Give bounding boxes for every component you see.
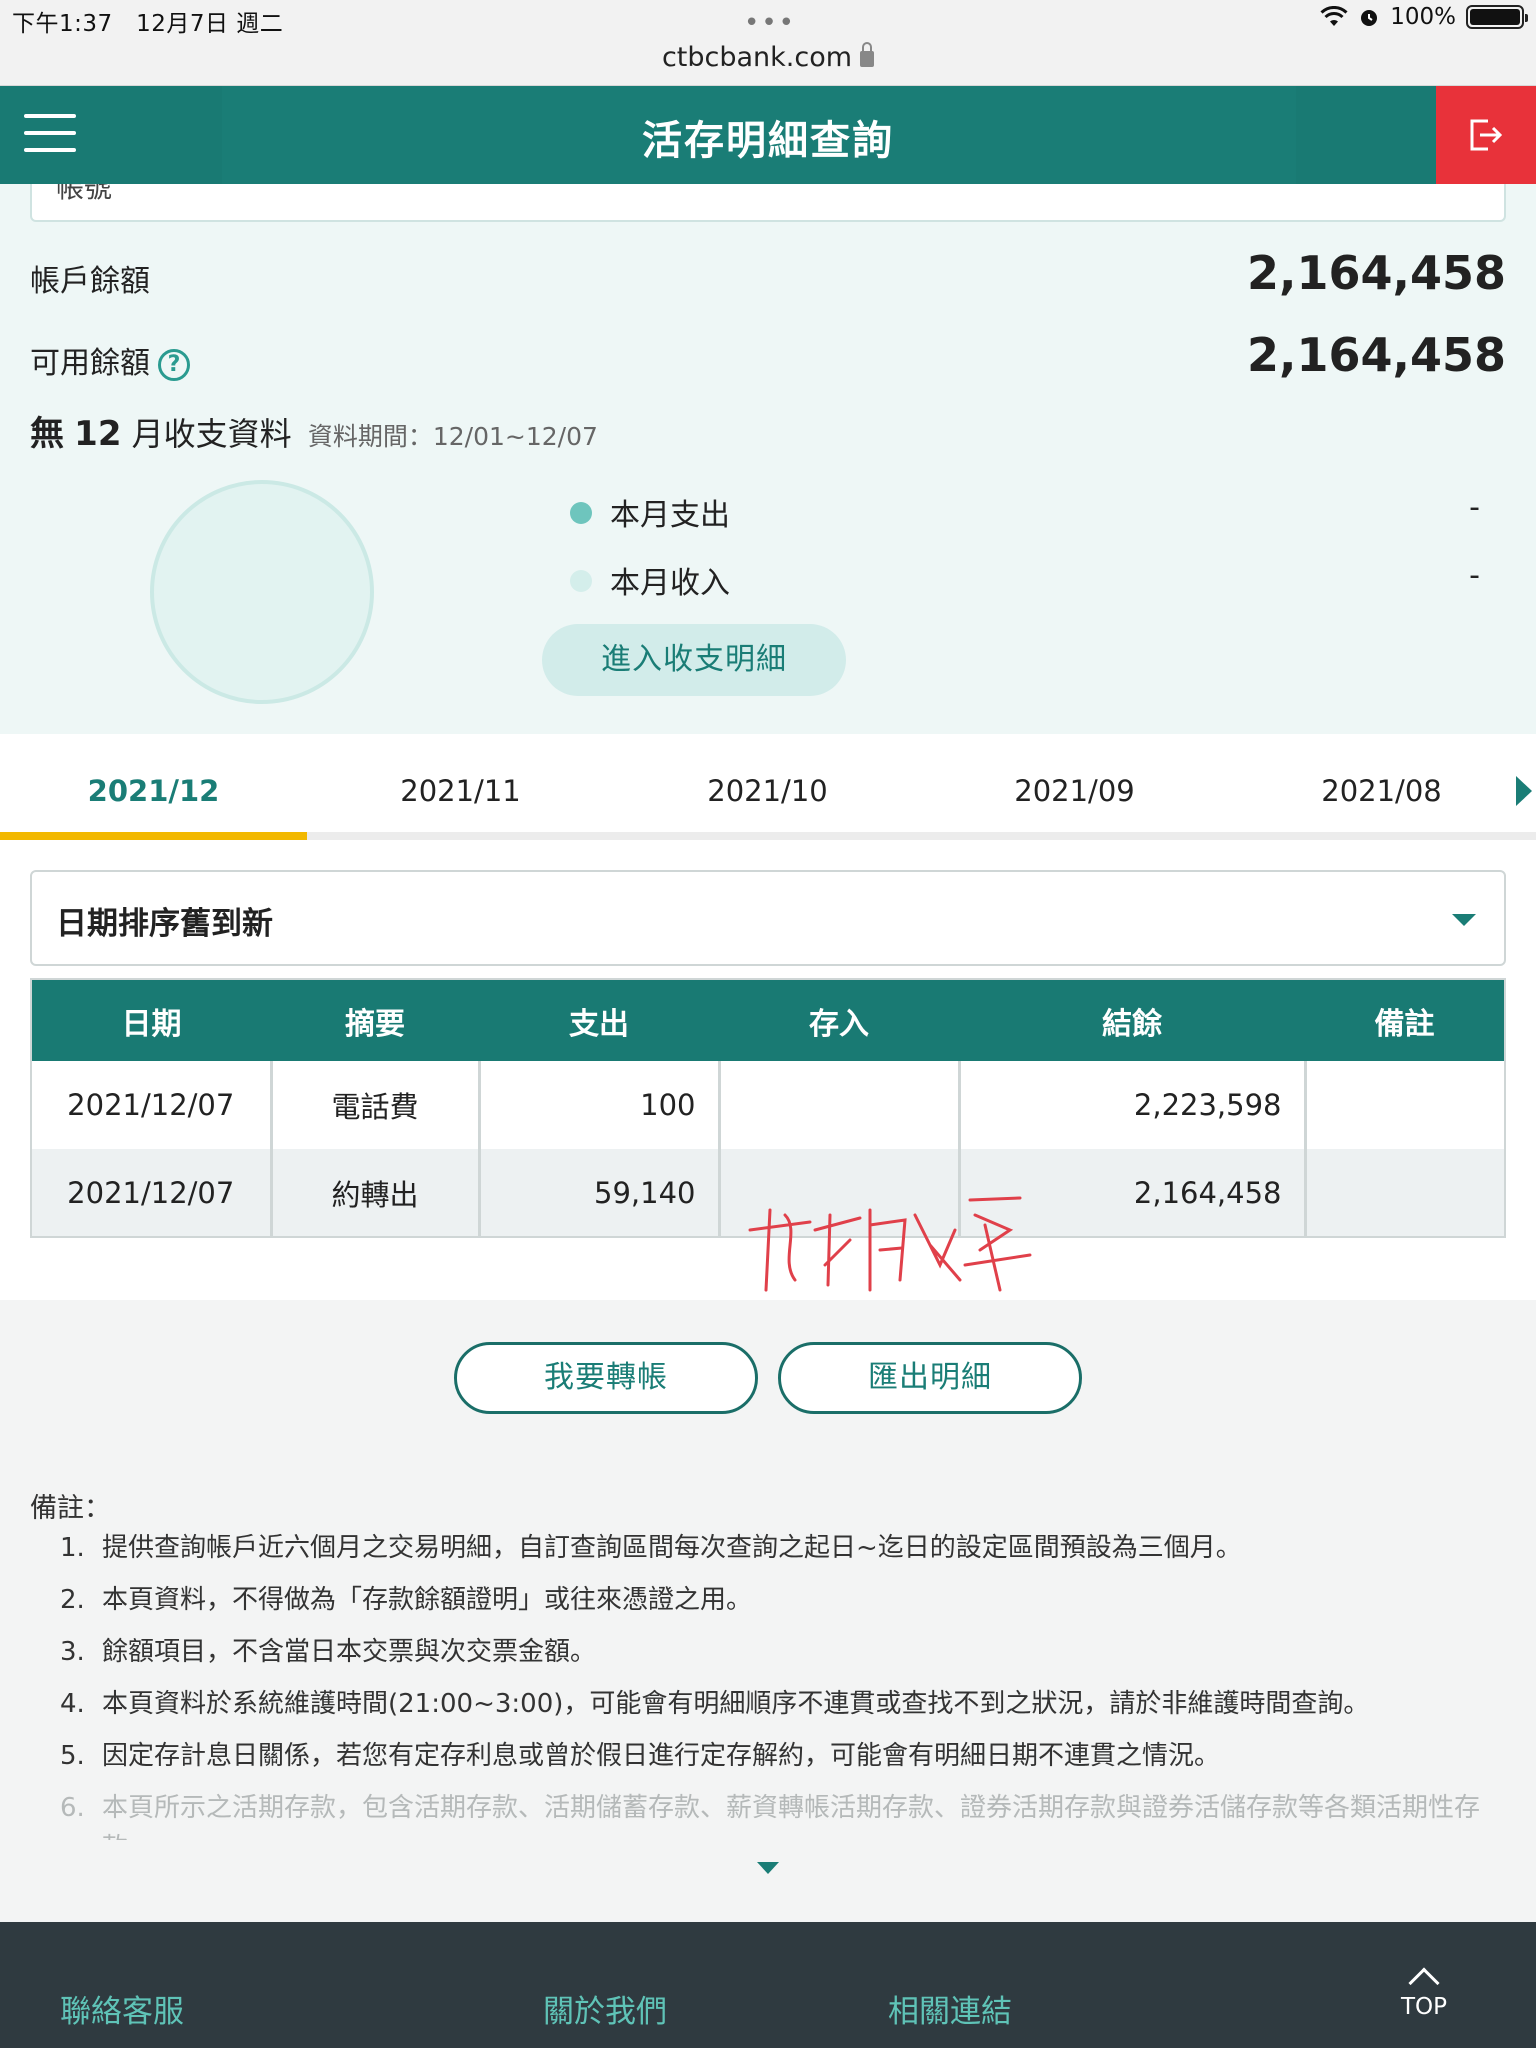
cell-balance: 2,223,598 [957,1061,1305,1149]
income-value: - [1469,558,1480,593]
col-withdrawal: 支出 [479,979,719,1061]
back-to-top-button[interactable]: TOP [1392,1962,1456,2020]
col-date: 日期 [31,979,271,1061]
col-balance: 結餘 [959,979,1305,1061]
alarm-icon [1361,10,1378,26]
app-header: 活存明細查詢 [0,86,1536,184]
available-balance-row: 可用餘額? [30,338,190,382]
cell-note [1303,1061,1505,1149]
sort-order-select[interactable]: 日期排序舊到新 [30,870,1506,966]
monthly-summary-title: 無 12 月收支資料 資料期間：12/01~12/07 [30,406,598,455]
logout-button[interactable] [1436,86,1536,184]
account-label: 帳號 [56,184,113,204]
status-indicators: 100% [1320,4,1528,30]
footer: 聯絡客服 關於我們 相關連結 TOP [0,1922,1536,2048]
list-item: 3. 餘額項目，不含當日本交票與次交票金額。 [60,1637,597,1667]
browser-more-icon[interactable]: ••• [744,8,796,38]
list-item: 4. 本頁資料於系統維護時間(21:00~3:00)，可能會有明細順序不連貫或查找… [60,1689,1370,1719]
cell-withdrawal: 100 [477,1061,719,1149]
transfer-button[interactable]: 我要轉帳 [454,1342,758,1414]
tab-2021-11[interactable]: 2021/11 [307,774,614,808]
status-bar: 下午1:37 12月7日 週二 ••• ctbcbank.com 100% [0,0,1536,86]
cell-description: 約轉出 [269,1149,479,1237]
chevron-down-icon [1452,914,1476,926]
help-icon[interactable]: ? [158,349,190,381]
tab-next-arrow-icon[interactable] [1516,776,1532,806]
expand-notes-chevron-icon[interactable] [757,1862,779,1874]
active-tab-indicator [0,832,307,840]
url-text: ctbcbank.com [661,42,853,73]
footer-contact-link[interactable]: 聯絡客服 [60,1986,184,2031]
tab-2021-09[interactable]: 2021/09 [921,774,1228,808]
actions-and-notes: 我要轉帳 匯出明細 備註： 1. 提供查詢帳戶近六個月之交易明細，自訂查詢區間每次… [0,1300,1536,1922]
available-balance-value: 2,164,458 [1247,328,1506,382]
footer-related-links[interactable]: 相關連結 [888,1986,1012,2031]
status-time: 下午1:37 [12,11,113,37]
income-label: 本月收入 [610,566,730,601]
list-item: 1. 提供查詢帳戶近六個月之交易明細，自訂查詢區間每次查詢之起日~迄日的設定區間預… [60,1533,1242,1563]
cell-deposit [717,1061,959,1149]
col-description: 摘要 [271,979,479,1061]
income-expense-detail-button[interactable]: 進入收支明細 [542,624,846,696]
balance-summary: 帳號 帳戶餘額 2,164,458 可用餘額? 2,164,458 無 12 月… [0,184,1536,734]
legend-income: 本月收入 - [570,558,1480,602]
status-time-date: 下午1:37 12月7日 週二 [12,4,283,38]
list-item: 5. 因定存計息日關係，若您有定存利息或曾於假日進行定存解約，可能會有明細日期不連… [60,1741,1221,1771]
handwritten-signature [748,1196,1032,1292]
footer-about-link[interactable]: 關於我們 [543,1986,667,2031]
wifi-icon [1320,6,1348,26]
lock-icon [860,42,875,67]
col-deposit: 存入 [719,979,959,1061]
account-select[interactable]: 帳號 [30,184,1506,222]
list-item: 6. 本頁所示之活期存款，包含活期存款、活期儲蓄存款、薪資轉帳活期存款、證券活期存… [60,1793,1481,1840]
page-title: 活存明細查詢 [642,118,894,164]
cell-date: 2021/12/07 [67,1088,235,1122]
month-prefix: 無 [30,414,64,454]
tab-2021-10[interactable]: 2021/10 [614,774,921,808]
expense-value: - [1469,490,1480,525]
income-expense-donut [150,480,374,704]
table-row: 2021/12/07 電話費 100 2,223,598 [31,1061,1505,1149]
cell-note [1303,1149,1505,1237]
status-date: 12月7日 週二 [136,11,284,37]
expense-label: 本月支出 [610,498,730,533]
cell-description: 電話費 [269,1061,479,1149]
sort-order-value: 日期排序舊到新 [56,906,273,942]
battery-icon [1466,5,1528,29]
income-dot-icon [570,570,592,592]
tab-2021-12[interactable]: 2021/12 [0,774,307,808]
logout-icon [1470,119,1503,151]
cell-withdrawal: 59,140 [477,1149,719,1237]
month-tabs: 2021/12 2021/11 2021/10 2021/09 2021/08 [0,734,1536,840]
data-period: 資料期間：12/01~12/07 [307,422,598,451]
cell-date: 2021/12/07 [31,1149,271,1237]
tab-2021-08[interactable]: 2021/08 [1228,774,1535,808]
legend-expense: 本月支出 - [570,490,1480,534]
list-item: 2. 本頁資料，不得做為「存款餘額證明」或往來憑證之用。 [60,1585,753,1615]
address-bar[interactable]: ctbcbank.com [0,42,1536,73]
col-note: 備註 [1305,979,1505,1061]
notes-list: 1. 提供查詢帳戶近六個月之交易明細，自訂查詢區間每次查詢之起日~迄日的設定區間預… [60,1528,1506,1852]
available-balance-label: 可用餘額 [30,346,150,381]
notes-title: 備註： [30,1493,111,1524]
month-suffix: 月收支資料 [131,415,292,453]
table-header-row: 日期 摘要 支出 存入 結餘 備註 [31,979,1505,1061]
account-balance-value: 2,164,458 [1247,246,1506,300]
export-details-button[interactable]: 匯出明細 [778,1342,1082,1414]
account-balance-label: 帳戶餘額 [30,264,150,299]
expense-dot-icon [570,502,592,524]
month-number: 12 [74,414,122,454]
battery-percent: 100% [1390,4,1456,30]
